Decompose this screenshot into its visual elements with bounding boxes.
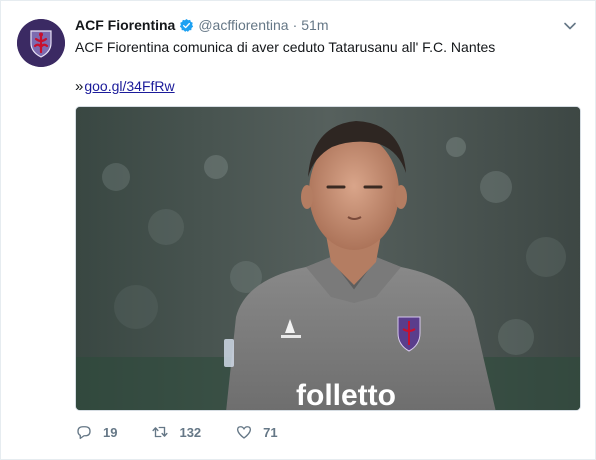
retweet-button[interactable]: 132 — [151, 423, 201, 441]
reply-count: 19 — [103, 424, 118, 440]
author-handle[interactable]: @acffiorentina — [198, 17, 288, 33]
reply-button[interactable]: 19 — [75, 423, 117, 441]
caret-down-icon[interactable] — [563, 19, 577, 33]
separator-dot: · — [292, 17, 298, 33]
action-bar: 19 132 71 — [75, 422, 312, 442]
player-photo: folletto — [76, 107, 580, 411]
reply-icon — [77, 426, 91, 440]
fiorentina-logo-icon — [17, 19, 65, 67]
verified-icon — [179, 18, 194, 33]
like-icon — [237, 426, 252, 439]
like-count: 71 — [263, 424, 278, 440]
tweet-media-image[interactable]: folletto — [75, 106, 581, 411]
retweet-icon — [152, 426, 169, 438]
tweet-card[interactable]: ACF Fiorentina @acffiorentina · 51m ACF … — [0, 0, 596, 460]
avatar[interactable] — [17, 19, 65, 67]
tweet-header: ACF Fiorentina @acffiorentina · 51m — [75, 15, 328, 35]
tweet-text: ACF Fiorentina comunica di aver ceduto T… — [75, 39, 496, 55]
author-name[interactable]: ACF Fiorentina — [75, 17, 175, 33]
tweet-link[interactable]: goo.gl/34FfRw — [84, 77, 174, 96]
link-prefix: » — [75, 78, 84, 95]
timestamp[interactable]: 51m — [301, 17, 328, 33]
retweet-count: 132 — [179, 424, 202, 440]
link-row: » goo.gl/34FfRw — [75, 77, 175, 96]
like-button[interactable]: 71 — [235, 423, 278, 441]
jersey-sponsor: folletto — [296, 379, 396, 411]
